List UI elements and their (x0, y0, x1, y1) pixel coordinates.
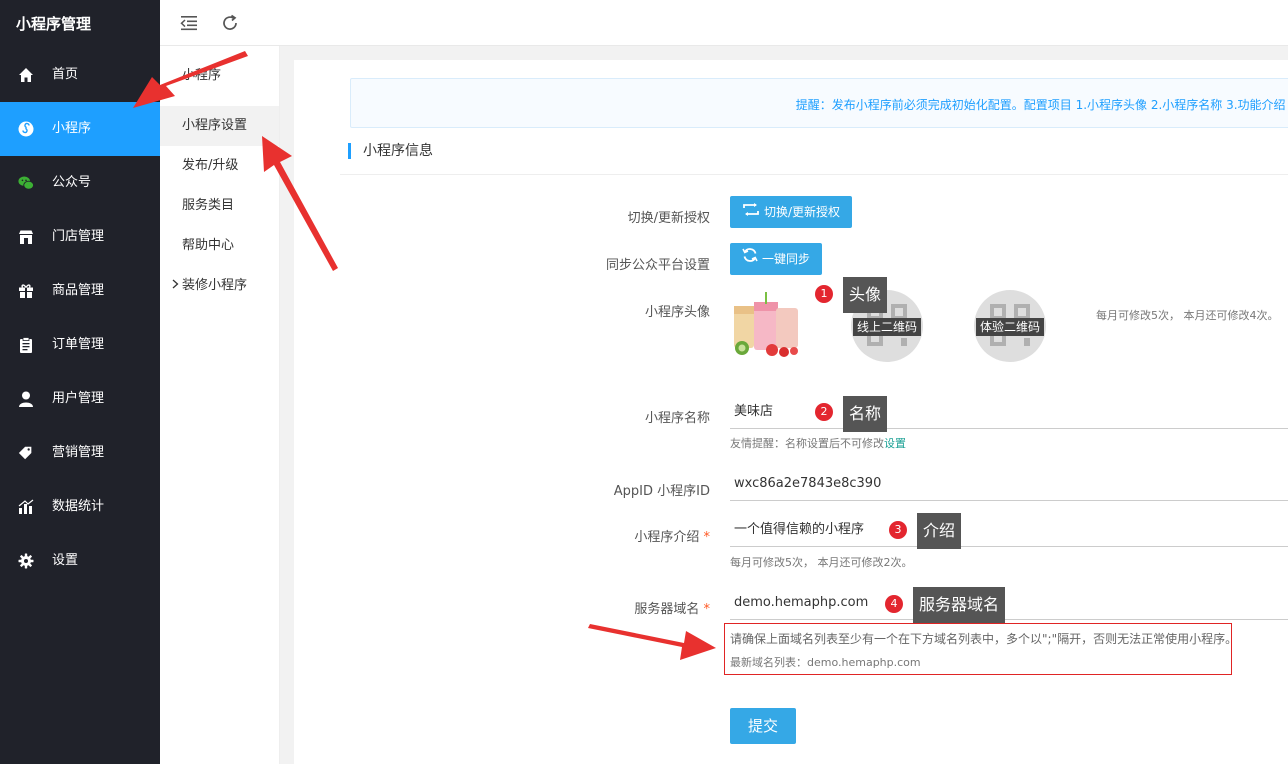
app-brand: 小程序管理 (16, 15, 92, 33)
sidebar-item-goods[interactable]: 商品管理 (0, 264, 160, 318)
sidebar-item-wechat[interactable]: 公众号 (0, 156, 160, 210)
sidebar-item-home[interactable]: 首页 (0, 48, 160, 102)
chevron-right-icon (172, 266, 182, 306)
one-click-sync-button[interactable]: 一键同步 (730, 243, 823, 275)
avatar-label: 小程序头像 (644, 305, 710, 320)
subnav-item-decorate[interactable]: 装修小程序 (160, 266, 279, 306)
gear-icon (18, 553, 34, 569)
notice-box: 提醒：发布小程序前必须完成初始化配置。配置项目 1.小程序头像 2.小程序名称 … (350, 78, 1288, 128)
sidebar-item-store[interactable]: 门店管理 (0, 210, 160, 264)
home-icon (18, 67, 34, 83)
domain-warning-text: 请确保上面域名列表至少有一个在下方域名列表中，多个以";"隔开，否则无法正常使用… (730, 632, 1238, 646)
avatar-limit-note: 每月可修改5次， 本月还可修改4次。 (1096, 309, 1279, 322)
sidebar-item-users[interactable]: 用户管理 (0, 372, 160, 426)
online-qrcode-label: 线上二维码 (852, 318, 921, 336)
sidebar-item-label: 小程序 (52, 121, 92, 136)
intro-hint: 每月可修改5次， 本月还可修改2次。 (730, 556, 913, 569)
sidebar-item-label: 订单管理 (52, 337, 105, 352)
required-mark: * (703, 602, 711, 617)
intro-label: 小程序介绍 * (510, 526, 710, 545)
sidebar-item-label: 首页 (52, 67, 79, 82)
name-hint-link[interactable]: 设置 (884, 437, 906, 450)
notice-text: 提醒：发布小程序前必须完成初始化配置。配置项目 1.小程序头像 2.小程序名称 … (795, 98, 1288, 112)
miniprogram-icon (18, 121, 34, 137)
collapse-menu-icon[interactable] (178, 12, 200, 34)
name-hint-text: 友情提醒：名称设置后不可修改 (730, 437, 884, 450)
sidebar-item-miniprogram[interactable]: 小程序 (0, 102, 160, 156)
annotation-badge-2: 2 (815, 403, 833, 421)
subnav-item-publish[interactable]: 发布/升级 (160, 146, 279, 186)
name-hint: 友情提醒：名称设置后不可修改设置 (730, 435, 906, 451)
sidebar-item-label: 公众号 (52, 175, 92, 190)
switch-auth-button-label: 切换/更新授权 (764, 205, 841, 219)
sidebar-item-label: 营销管理 (52, 445, 105, 460)
trial-qrcode-label: 体验二维码 (975, 318, 1044, 336)
gift-icon (18, 283, 34, 299)
refresh-icon (742, 243, 758, 275)
appid-label: AppID 小程序ID (613, 484, 710, 499)
annotation-tag-name: 名称 (843, 396, 888, 432)
sidebar-item-label: 设置 (52, 553, 79, 568)
miniprogram-avatar-image[interactable] (732, 292, 802, 358)
refresh-icon[interactable] (219, 12, 241, 34)
trial-qrcode[interactable]: 体验二维码 (974, 290, 1046, 362)
subnav-item-categories[interactable]: 服务类目 (160, 186, 279, 226)
top-bar (160, 0, 1288, 46)
main-sidebar: 小程序管理 首页 小程序 公众号 门店管理 商品管理 订单管理 用户管理 营销管… (0, 0, 160, 764)
one-click-sync-button-label: 一键同步 (762, 252, 811, 266)
sidebar-item-settings[interactable]: 设置 (0, 534, 160, 588)
domain-warning-box: 请确保上面域名列表至少有一个在下方域名列表中，多个以";"隔开，否则无法正常使用… (724, 623, 1237, 675)
sidebar-item-label: 数据统计 (52, 499, 105, 514)
secondary-nav-title: 小程序 (182, 68, 222, 83)
sidebar-item-label: 门店管理 (52, 229, 105, 244)
name-field[interactable]: 美味店 (730, 395, 1288, 429)
sync-label: 同步公众平台设置 (605, 258, 710, 273)
domain-field[interactable]: demo.hemaphp.com (730, 586, 1288, 620)
intro-field[interactable]: 一个值得信赖的小程序 (730, 513, 1288, 547)
annotation-tag-domain: 服务器域名 (913, 587, 1006, 623)
annotation-tag-intro: 介绍 (917, 513, 962, 549)
submit-button[interactable]: 提交 (730, 708, 796, 744)
sync-arrows-icon (742, 196, 760, 228)
sidebar-item-marketing[interactable]: 营销管理 (0, 426, 160, 480)
tag-icon (18, 445, 34, 461)
sidebar-item-orders[interactable]: 订单管理 (0, 318, 160, 372)
main-content: 提醒：发布小程序前必须完成初始化配置。配置项目 1.小程序头像 2.小程序名称 … (294, 60, 1288, 764)
wechat-icon (18, 175, 34, 191)
annotation-badge-4: 4 (885, 595, 903, 613)
secondary-nav: 小程序 小程序设置 发布/升级 服务类目 帮助中心 装修小程序 (160, 46, 280, 764)
switch-auth-button[interactable]: 切换/更新授权 (730, 196, 853, 228)
subnav-item-help[interactable]: 帮助中心 (160, 226, 279, 266)
sidebar-item-label: 用户管理 (52, 391, 105, 406)
required-mark: * (703, 530, 711, 545)
subnav-item-label: 装修小程序 (182, 278, 248, 293)
sidebar-item-label: 商品管理 (52, 283, 105, 298)
subnav-item-settings[interactable]: 小程序设置 (160, 106, 279, 146)
sidebar-item-statistics[interactable]: 数据统计 (0, 480, 160, 534)
clipboard-icon (18, 337, 34, 353)
section-divider (340, 174, 1288, 175)
annotation-tag-avatar: 头像 (843, 277, 888, 313)
domain-latest-list: 最新域名列表：demo.hemaphp.com (730, 656, 921, 669)
appid-field[interactable]: wxc86a2e7843e8c390 (730, 467, 1288, 501)
store-icon (18, 229, 34, 245)
chart-icon (18, 499, 34, 515)
intro-label-text: 小程序介绍 (634, 530, 700, 545)
name-label: 小程序名称 (644, 411, 710, 426)
domain-label: 服务器域名 * (510, 598, 710, 617)
domain-label-text: 服务器域名 (634, 602, 700, 617)
auth-label: 切换/更新授权 (627, 211, 710, 226)
section-title: 小程序信息 (348, 143, 433, 159)
annotation-badge-1: 1 (815, 285, 833, 303)
annotation-badge-3: 3 (889, 521, 907, 539)
user-icon (18, 391, 34, 407)
